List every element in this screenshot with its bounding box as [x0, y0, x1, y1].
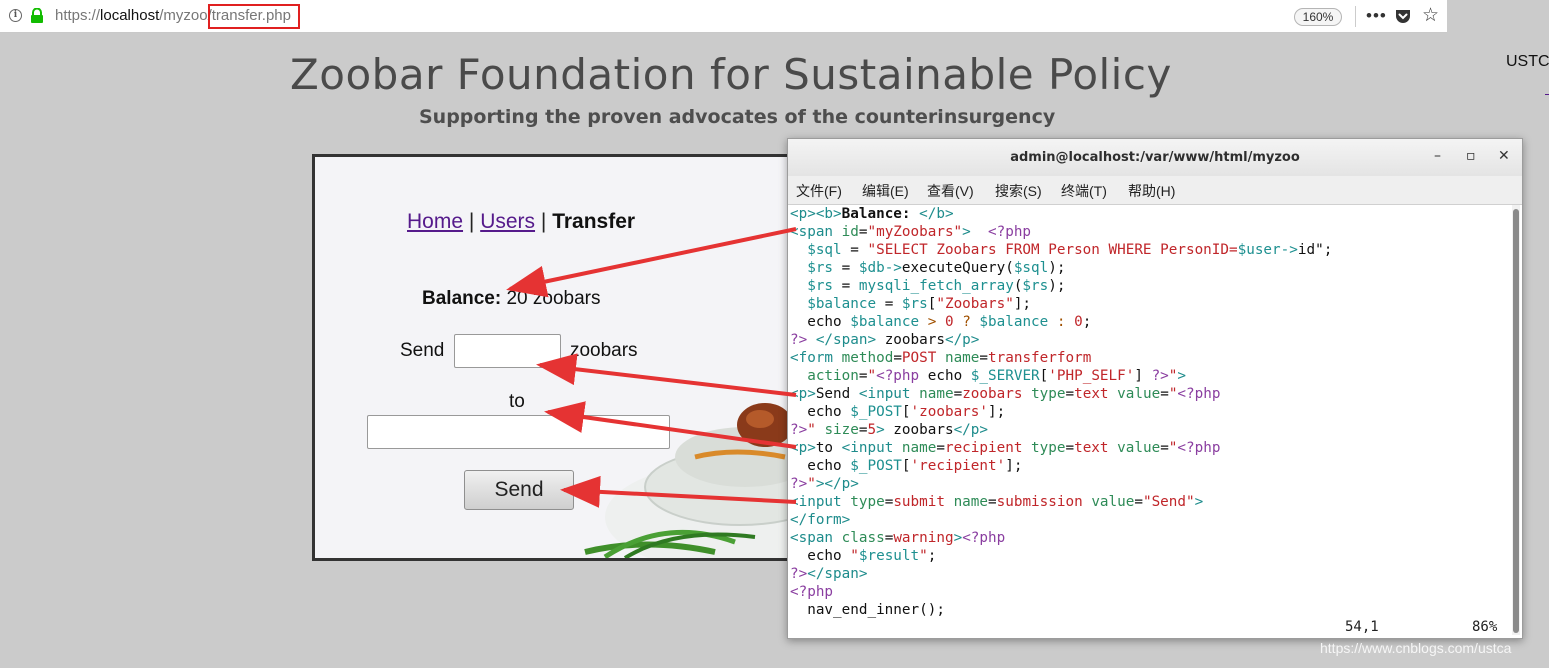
- menu-edit[interactable]: 编辑(E): [862, 181, 909, 201]
- pocket-icon[interactable]: [1395, 9, 1411, 24]
- terminal-title: admin@localhost:/var/www/html/myzoo: [1010, 150, 1300, 165]
- nav-separator: |: [540, 210, 547, 233]
- send-button[interactable]: Send: [464, 470, 574, 510]
- terminal-status-line: 54,1 86%: [788, 619, 1506, 637]
- url-host: localhost: [100, 7, 160, 24]
- menu-help[interactable]: 帮助(H): [1128, 181, 1175, 201]
- terminal-window: admin@localhost:/var/www/html/myzoo – ▫ …: [787, 138, 1523, 639]
- site-subtitle: Supporting the proven advocates of the c…: [419, 106, 1056, 128]
- url-divider: [1355, 6, 1356, 27]
- scroll-percent: 86%: [1472, 619, 1498, 635]
- minimize-icon[interactable]: –: [1434, 148, 1441, 164]
- watermark: https://www.cnblogs.com/ustca: [1320, 640, 1512, 656]
- bookmark-star-icon[interactable]: ☆: [1422, 4, 1439, 27]
- to-label: to: [509, 391, 525, 412]
- terminal-menubar: 文件(F) 编辑(E) 查看(V) 搜索(S) 终端(T) 帮助(H): [788, 176, 1522, 205]
- main-nav: Home | Users | Transfer: [407, 210, 635, 234]
- menu-search[interactable]: 搜索(S): [995, 181, 1042, 201]
- balance-line: Balance: 20 zoobars: [422, 288, 601, 310]
- terminal-titlebar[interactable]: admin@localhost:/var/www/html/myzoo – ▫ …: [788, 139, 1522, 177]
- maximize-icon[interactable]: ▫: [1466, 148, 1476, 164]
- menu-view[interactable]: 查看(V): [927, 181, 974, 201]
- corner-user-label: USTC: [1506, 53, 1549, 70]
- nav-separator: |: [468, 210, 475, 233]
- url-highlight-box: [208, 4, 300, 29]
- zoom-level-badge[interactable]: 160%: [1294, 8, 1342, 26]
- content-panel: Home | Users | Transfer Balance: 20 zoob…: [312, 154, 832, 561]
- terminal-code[interactable]: <p><b>Balance: </b> <span id="myZoobars"…: [790, 205, 1508, 619]
- nav-transfer-current: Transfer: [552, 210, 636, 233]
- corner-logout-link[interactable]: [1545, 80, 1549, 95]
- zoobars-amount-input[interactable]: [453, 334, 561, 368]
- url-prefix: https://: [55, 7, 101, 24]
- send-row: Send zoobars: [400, 334, 638, 368]
- nav-users-link[interactable]: Users: [480, 210, 535, 233]
- recipient-input[interactable]: [367, 415, 670, 449]
- menu-terminal[interactable]: 终端(T): [1061, 181, 1107, 201]
- send-label: Send: [400, 340, 445, 362]
- zoobars-unit-label: zoobars: [569, 340, 638, 362]
- nav-home-link[interactable]: Home: [407, 210, 463, 233]
- menu-file[interactable]: 文件(F): [796, 181, 842, 201]
- lock-icon: [31, 8, 43, 23]
- browser-url-bar: i https://localhost/myzoo/transfer.php 1…: [0, 0, 1447, 33]
- site-title: Zoobar Foundation for Sustainable Policy: [290, 50, 1172, 99]
- close-icon[interactable]: ✕: [1498, 148, 1510, 164]
- balance-value: 20 zoobars: [506, 288, 601, 309]
- more-actions-icon[interactable]: •••: [1366, 6, 1387, 26]
- info-icon[interactable]: i: [9, 9, 22, 22]
- balance-label: Balance:: [422, 288, 502, 309]
- url-path: /myzoo/: [159, 7, 212, 24]
- cursor-position: 54,1: [1345, 619, 1379, 635]
- scrollbar-thumb[interactable]: [1513, 209, 1519, 633]
